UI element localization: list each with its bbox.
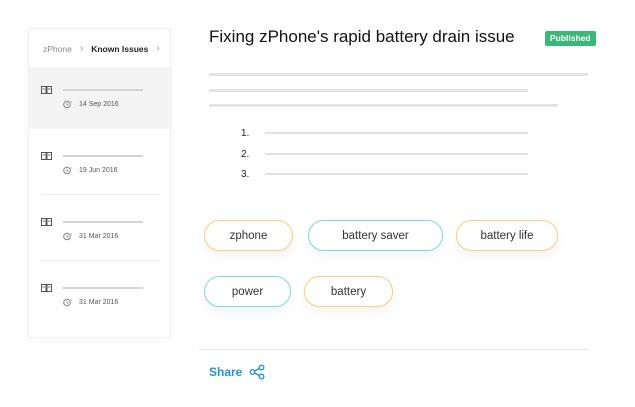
sidebar-article-item[interactable]: 19 Jun 2016	[29, 133, 172, 195]
paragraph-line	[209, 104, 558, 107]
list-text-placeholder	[265, 132, 528, 134]
clock-icon	[63, 298, 72, 307]
book-icon	[41, 284, 52, 292]
article-meta: 19 Jun 2016	[63, 166, 118, 175]
article-date: 14 Sep 2016	[79, 101, 119, 108]
sidebar: zPhone › Known Issues › 14 Sep 2016 19 J…	[28, 28, 172, 338]
list-number: 2.	[241, 148, 250, 160]
share-icon	[249, 364, 265, 380]
tag-battery-life[interactable]: battery life	[456, 220, 558, 251]
list-number: 3.	[241, 168, 250, 180]
clock-icon	[63, 100, 72, 109]
share-label: Share	[209, 365, 243, 379]
sidebar-article-item[interactable]: 14 Sep 2016	[29, 67, 172, 129]
article-date: 31 Mar 2016	[79, 233, 119, 240]
article-meta: 14 Sep 2016	[63, 100, 119, 109]
article-title-placeholder	[63, 287, 143, 289]
paragraph-line	[209, 89, 528, 92]
list-text-placeholder	[265, 153, 528, 155]
chevron-right-icon: ›	[79, 43, 84, 54]
article-title-placeholder	[63, 221, 143, 223]
article-date: 31 Mar 2016	[79, 299, 119, 306]
list-number: 1.	[241, 127, 250, 139]
list-item: 1.	[241, 127, 528, 139]
tag-battery[interactable]: battery	[304, 276, 393, 307]
article-title-placeholder	[63, 155, 143, 157]
list-text-placeholder	[265, 173, 528, 175]
divider	[41, 260, 160, 261]
sidebar-article-item[interactable]: 31 Mar 2016	[29, 199, 172, 261]
breadcrumb-current[interactable]: Known Issues	[91, 44, 148, 54]
status-badge: Published	[545, 31, 596, 46]
book-icon	[41, 86, 52, 94]
paragraph-line	[209, 73, 588, 76]
page-title: Fixing zPhone's rapid battery drain issu…	[209, 27, 515, 46]
sidebar-article-item[interactable]: 31 Mar 2016	[29, 265, 172, 327]
tag-battery-saver[interactable]: battery saver	[308, 220, 443, 251]
share-button[interactable]: Share	[209, 364, 265, 380]
article-meta: 31 Mar 2016	[63, 232, 118, 241]
book-icon	[41, 152, 52, 160]
clock-icon	[63, 232, 72, 241]
tag-zphone[interactable]: zphone	[204, 220, 293, 251]
article-title-placeholder	[63, 89, 143, 91]
knowledge-base-page: zPhone › Known Issues › 14 Sep 2016 19 J…	[0, 0, 635, 407]
divider	[41, 194, 160, 195]
article-meta: 31 Mar 2016	[63, 298, 118, 307]
tag-power[interactable]: power	[204, 276, 291, 307]
breadcrumb-root[interactable]: zPhone	[43, 44, 72, 54]
divider	[199, 349, 589, 350]
list-item: 3.	[241, 168, 528, 180]
chevron-right-icon: ›	[156, 43, 160, 54]
book-icon	[41, 218, 52, 226]
breadcrumb: zPhone › Known Issues ›	[43, 43, 168, 54]
article-date: 19 Jun 2016	[79, 167, 118, 174]
clock-icon	[63, 166, 72, 175]
list-item: 2.	[241, 148, 528, 160]
